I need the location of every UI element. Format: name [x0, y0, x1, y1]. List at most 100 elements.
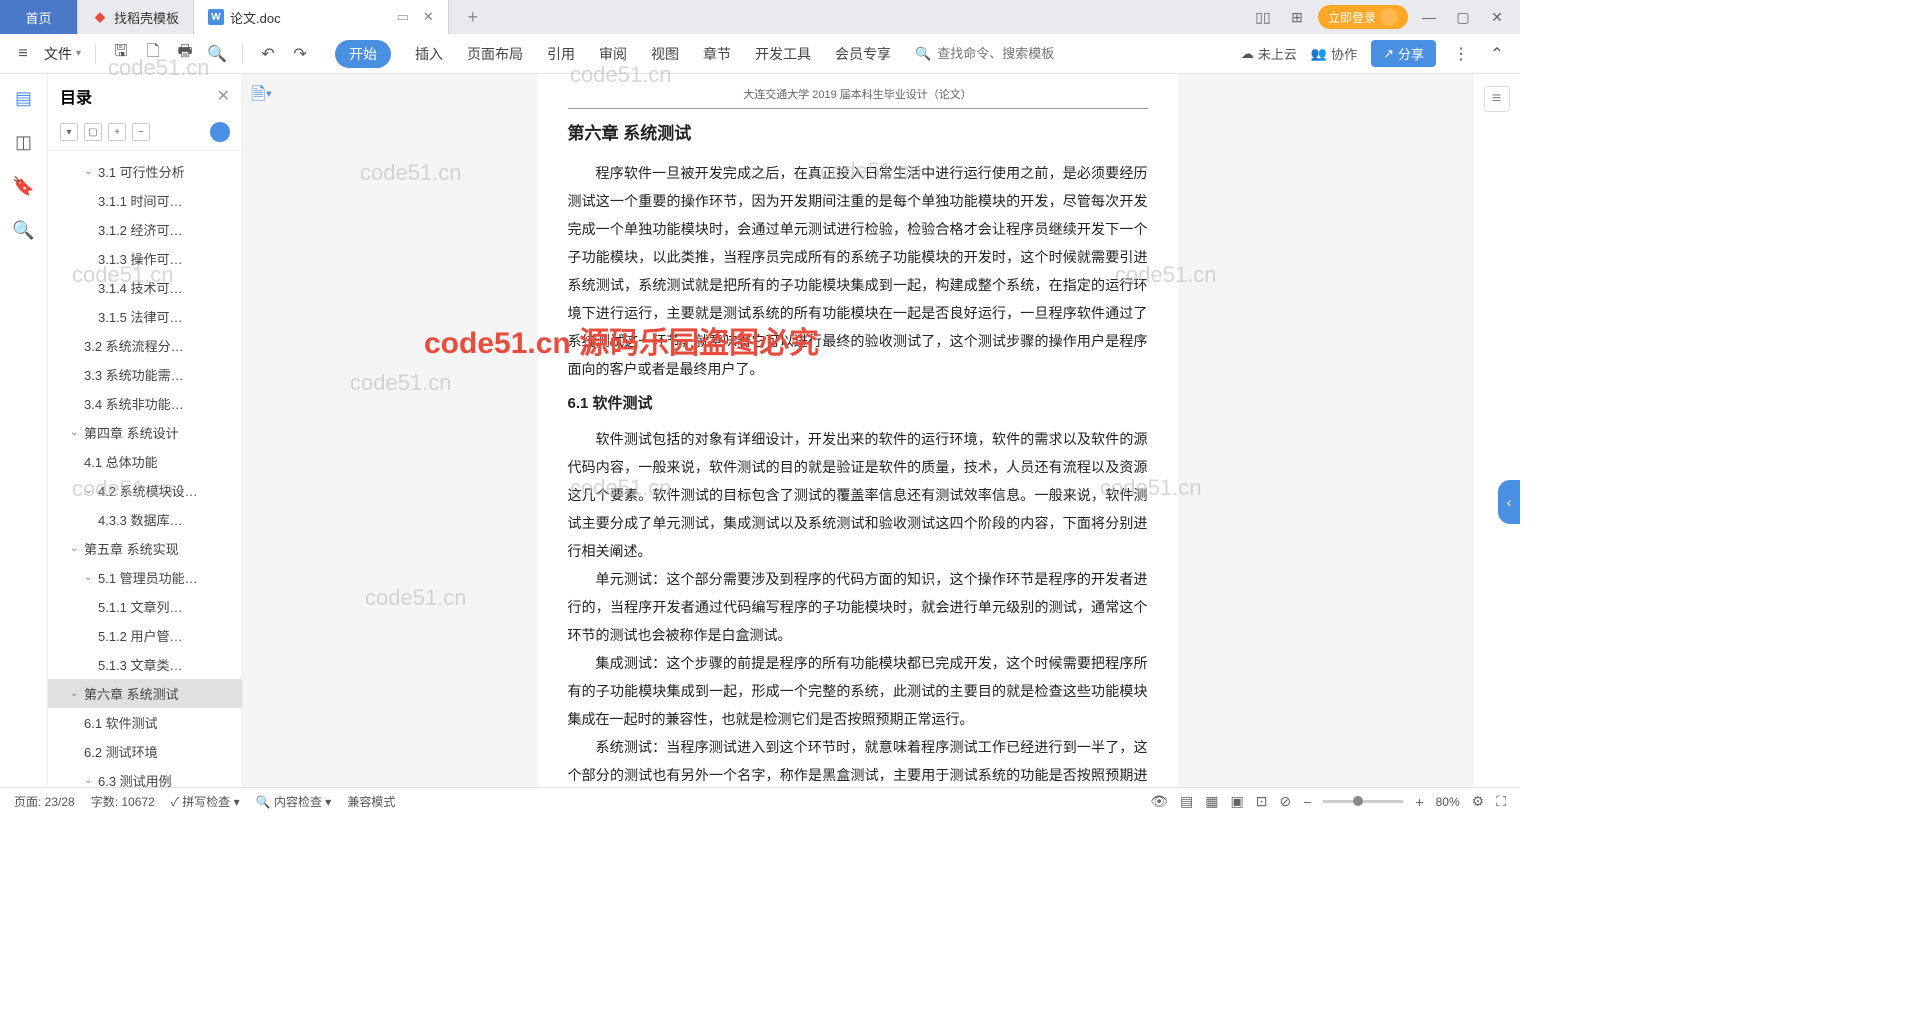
print-icon[interactable]: 🖶 — [174, 43, 196, 65]
view4-icon[interactable]: ⊡ — [1256, 793, 1268, 810]
save-icon[interactable]: 🖫 — [110, 43, 132, 65]
menu-start[interactable]: 开始 — [335, 40, 391, 68]
redo-icon[interactable]: ↷ — [289, 43, 311, 65]
toc-item[interactable]: 3.1.4 技术可… — [48, 273, 242, 302]
toc-item[interactable]: ⌄6.3 测试用例 — [48, 766, 242, 787]
divider — [242, 44, 243, 64]
newdoc-icon[interactable]: 🗋 — [142, 43, 164, 65]
compat-mode[interactable]: 兼容模式 — [347, 793, 395, 810]
login-button[interactable]: 立即登录 — [1318, 5, 1408, 29]
view1-icon[interactable]: ▤ — [1180, 793, 1193, 810]
toc-item[interactable]: 6.1 软件测试 — [48, 708, 242, 737]
settings-icon[interactable]: ⚙ — [1472, 793, 1485, 810]
toc-plus-icon[interactable]: + — [108, 123, 126, 141]
menu-dev[interactable]: 开发工具 — [755, 44, 811, 64]
toc-item[interactable]: 5.1.3 文章类… — [48, 650, 242, 679]
toc-item[interactable]: 3.2 系统流程分… — [48, 331, 242, 360]
find-icon[interactable]: 🔍 — [12, 218, 36, 242]
toc-item-label: 5.1.2 用户管… — [98, 626, 183, 645]
view3-icon[interactable]: ▣ — [1231, 793, 1244, 810]
zoom-in-icon[interactable]: + — [1415, 794, 1423, 810]
toc-box1-icon[interactable]: ▢ — [84, 123, 102, 141]
panel-toggle-icon[interactable]: ≡ — [1484, 86, 1510, 112]
toc-minus-icon[interactable]: − — [132, 123, 150, 141]
ruler-icon[interactable]: ⊘ — [1279, 793, 1291, 810]
toc-item-label: 6.3 测试用例 — [98, 771, 172, 787]
zoom-level[interactable]: 80% — [1436, 795, 1460, 809]
word-count[interactable]: 字数: 10672 — [91, 793, 155, 810]
menu-tabs: 开始 插入 页面布局 引用 审阅 视图 章节 开发工具 会员专享 — [335, 40, 891, 68]
toc-item[interactable]: 3.1.1 时间可… — [48, 186, 242, 215]
toc-item[interactable]: ⌄第四章 系统设计 — [48, 418, 242, 447]
toc-item[interactable]: 6.2 测试环境 — [48, 737, 242, 766]
menu-view[interactable]: 视图 — [651, 44, 679, 64]
tab-document[interactable]: W 论文.doc ▭ ✕ — [194, 0, 449, 34]
collab-button[interactable]: 👥协作 — [1311, 44, 1357, 63]
split-icon[interactable]: ▭ — [397, 9, 409, 25]
cloud-status[interactable]: ☁未上云 — [1241, 44, 1297, 63]
section-title: 6.1 软件测试 — [568, 389, 1148, 419]
eye-icon[interactable]: 👁 — [1150, 793, 1168, 810]
toc-item[interactable]: 3.1.3 操作可… — [48, 244, 242, 273]
doc-options-icon[interactable]: 🗎▾ — [251, 82, 272, 112]
fullscreen-icon[interactable]: ⛶ — [1496, 793, 1506, 810]
share-icon: ↗ — [1383, 46, 1394, 62]
menu-chapter[interactable]: 章节 — [703, 44, 731, 64]
toc-item[interactable]: 5.1.2 用户管… — [48, 621, 242, 650]
feedback-fab[interactable]: ‹ — [1498, 480, 1520, 524]
share-button[interactable]: ↗分享 — [1371, 40, 1436, 67]
paragraph: 软件测试包括的对象有详细设计，开发出来的软件的运行环境，软件的需求以及软件的源代… — [568, 425, 1148, 565]
toc-collapse-icon[interactable]: ▾ — [60, 123, 78, 141]
toc-item[interactable]: ⌄第五章 系统实现 — [48, 534, 242, 563]
toc-item[interactable]: 3.3 系统功能需… — [48, 360, 242, 389]
undo-icon[interactable]: ↶ — [257, 43, 279, 65]
view2-icon[interactable]: ▦ — [1205, 793, 1218, 810]
bookmark-icon[interactable]: 🔖 — [12, 174, 36, 198]
close-window-icon[interactable]: ✕ — [1484, 4, 1510, 30]
menu-insert[interactable]: 插入 — [415, 44, 443, 64]
toc-ai-icon[interactable] — [210, 122, 230, 142]
preview-icon[interactable]: 🔍 — [206, 43, 228, 65]
toc-close-icon[interactable]: ✕ — [217, 86, 230, 106]
tab-template[interactable]: ◆找稻壳模板 — [78, 0, 194, 34]
menu-review[interactable]: 审阅 — [599, 44, 627, 64]
nav-icon[interactable]: ◫ — [12, 130, 36, 154]
spellcheck-button[interactable]: ✓ 拼写检查 ▾ — [171, 793, 240, 810]
more-icon[interactable]: ⋮ — [1450, 43, 1472, 65]
toc-item[interactable]: ⌄3.1 可行性分析 — [48, 157, 242, 186]
menu-icon[interactable]: ≡ — [12, 43, 34, 65]
page-indicator[interactable]: 页面: 23/28 — [14, 793, 75, 810]
toc-item[interactable]: 5.1.1 文章列… — [48, 592, 242, 621]
search-input[interactable] — [937, 46, 1077, 61]
layout-icon[interactable]: ▯▯ — [1250, 4, 1276, 30]
toc-item[interactable]: 3.1.2 经济可… — [48, 215, 242, 244]
menu-member[interactable]: 会员专享 — [835, 44, 891, 64]
outline-icon[interactable]: ▤ — [12, 86, 36, 110]
close-icon[interactable]: ✕ — [423, 9, 434, 25]
toc-item-label: 5.1.3 文章类… — [98, 655, 183, 674]
toc-item[interactable]: 4.3.3 数据库… — [48, 505, 242, 534]
minimize-icon[interactable]: — — [1416, 4, 1442, 30]
zoom-slider[interactable] — [1323, 800, 1403, 803]
toc-item[interactable]: 3.4 系统非功能… — [48, 389, 242, 418]
content-check-button[interactable]: 🔍 内容检查 ▾ — [256, 793, 332, 810]
word-icon: W — [208, 9, 224, 25]
document-page[interactable]: 大连交通大学 2019 届本科生毕业设计（论文） 第六章 系统测试 程序软件一旦… — [538, 74, 1178, 787]
apps-icon[interactable]: ⊞ — [1284, 4, 1310, 30]
menu-layout[interactable]: 页面布局 — [467, 44, 523, 64]
tab-home[interactable]: 首页 — [0, 0, 78, 34]
toc-item-label: 3.1.1 时间可… — [98, 191, 183, 210]
toc-item[interactable]: 3.1.5 法律可… — [48, 302, 242, 331]
file-menu[interactable]: 文件▾ — [44, 44, 81, 64]
toc-item[interactable]: ⌄4.2 系统模块设… — [48, 476, 242, 505]
search-box[interactable]: 🔍 — [915, 46, 1077, 62]
toc-item[interactable]: 4.1 总体功能 — [48, 447, 242, 476]
expand-icon[interactable]: ⌃ — [1486, 43, 1508, 65]
toc-header: 目录 ✕ — [48, 74, 242, 118]
maximize-icon[interactable]: ▢ — [1450, 4, 1476, 30]
menu-ref[interactable]: 引用 — [547, 44, 575, 64]
toc-item[interactable]: ⌄第六章 系统测试 — [48, 679, 242, 708]
new-tab-button[interactable]: + — [457, 7, 489, 28]
toc-item[interactable]: ⌄5.1 管理员功能… — [48, 563, 242, 592]
zoom-out-icon[interactable]: − — [1303, 794, 1311, 810]
